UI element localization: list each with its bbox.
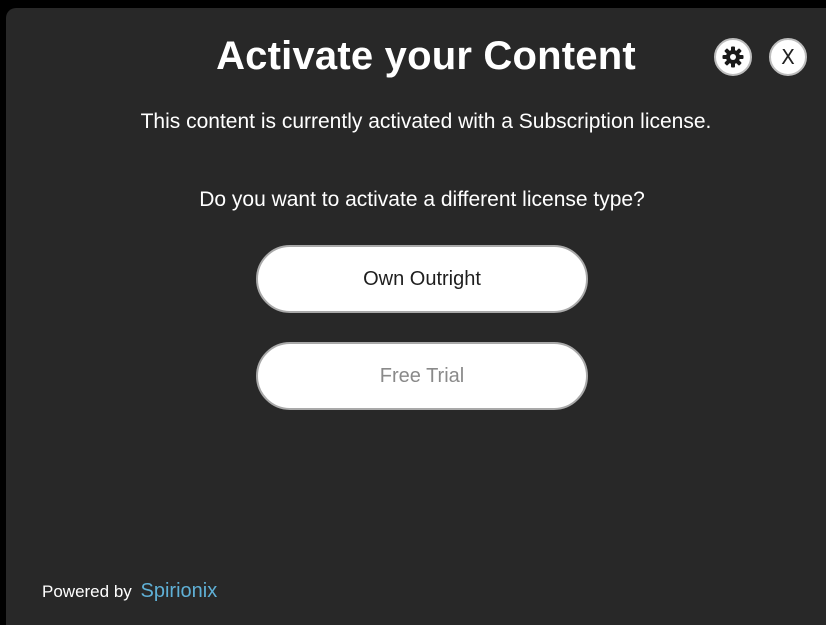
- settings-button[interactable]: [714, 38, 752, 76]
- gear-icon: [722, 46, 744, 68]
- powered-by-label: Powered by: [42, 582, 132, 601]
- own-outright-button[interactable]: Own Outright: [256, 245, 588, 313]
- own-outright-label: Own Outright: [363, 267, 481, 290]
- free-trial-label: Free Trial: [379, 364, 465, 387]
- license-question-text: Do you want to activate a different lice…: [199, 188, 645, 211]
- dialog-title: Activate your Content: [216, 34, 636, 78]
- close-label: X: [781, 45, 795, 69]
- powered-by-footer: Powered by Spirionix: [42, 580, 217, 603]
- close-button[interactable]: X: [769, 38, 807, 76]
- free-trial-button[interactable]: Free Trial: [256, 342, 588, 410]
- brand-link[interactable]: Spirionix: [141, 580, 218, 602]
- activation-dialog: Activate your Content X This content is …: [6, 8, 826, 625]
- license-status-text: This content is currently activated with…: [140, 110, 712, 133]
